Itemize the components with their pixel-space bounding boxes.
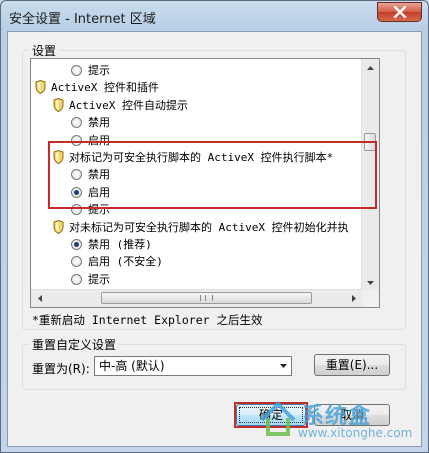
row-label: 禁用: [88, 116, 110, 130]
radio-option[interactable]: 禁用: [71, 114, 110, 131]
scroll-up-button[interactable]: [362, 59, 379, 76]
restart-note: *重新启动 Internet Explorer 之后生效: [32, 313, 263, 327]
radio-option[interactable]: 启用 (不安全): [71, 253, 163, 270]
dialog-client-area: 设置 提示 ActiveX 控件和插件 ActiveX 控件自动提示 禁用 启用 对标记为…: [7, 31, 422, 447]
row-label: ActiveX 控件自动提示: [69, 98, 188, 112]
close-icon: [393, 6, 407, 18]
scrollbar-corner: [362, 290, 379, 307]
watermark-house-icon: [260, 401, 296, 436]
radio-button[interactable]: [71, 273, 82, 285]
chevron-right-icon: [351, 295, 356, 302]
window-title: 安全设置 - Internet 区域: [9, 12, 156, 27]
scroll-left-button[interactable]: [31, 290, 48, 307]
row-label: ActiveX 控件和插件: [51, 81, 159, 95]
row-label: 启用 (不安全): [88, 255, 163, 269]
row-label: 提示: [88, 64, 110, 77]
shield-icon: [35, 80, 51, 95]
horizontal-scroll-thumb[interactable]: [101, 292, 312, 304]
scroll-down-button[interactable]: [362, 274, 379, 291]
radio-option[interactable]: 禁用 (推荐): [71, 236, 152, 253]
radio-option[interactable]: 提示: [71, 62, 110, 79]
radio-button[interactable]: [71, 117, 82, 129]
highlight-annotation: [48, 141, 377, 209]
chevron-left-icon: [37, 295, 42, 302]
reset-level-select[interactable]: 中-高 (默认): [94, 356, 292, 376]
horizontal-scrollbar[interactable]: [31, 289, 362, 307]
security-settings-window: 安全设置 - Internet 区域 设置 提示 ActiveX 控件和插件 Act…: [0, 0, 429, 453]
setting-category: ActiveX 控件自动提示: [53, 97, 188, 114]
shield-icon: [53, 219, 69, 234]
watermark-url: www.xitonghe.com: [298, 426, 413, 440]
radio-button[interactable]: [71, 65, 82, 76]
reset-legend: 重置自定义设置: [32, 338, 117, 352]
reset-level-value: 中-高 (默认): [99, 359, 165, 373]
radio-button[interactable]: [71, 239, 82, 250]
chevron-down-icon: [367, 280, 374, 285]
settings-legend: 设置: [32, 44, 57, 58]
row-label: 对未标记为可安全执行脚本的 ActiveX 控件初始化并执: [69, 220, 349, 234]
reset-to-label: 重置为(R):: [32, 362, 90, 376]
watermark-logo: 系统盒 www.xitonghe.com: [258, 396, 428, 446]
setting-category: 对未标记为可安全执行脚本的 ActiveX 控件初始化并执: [53, 219, 349, 236]
shield-icon: [53, 97, 69, 112]
chevron-up-icon: [367, 65, 374, 70]
dropdown-arrow-icon[interactable]: [275, 357, 291, 375]
reset-button[interactable]: 重置(E)...: [314, 354, 390, 376]
row-label: 禁用 (推荐): [88, 238, 152, 251]
radio-option[interactable]: 提示: [71, 271, 110, 288]
close-button[interactable]: [377, 2, 422, 22]
scroll-right-button[interactable]: [345, 290, 362, 307]
title-bar[interactable]: 安全设置 - Internet 区域: [1, 1, 428, 31]
setting-category: ActiveX 控件和插件: [35, 79, 159, 96]
radio-button[interactable]: [71, 256, 82, 268]
row-label: 提示: [88, 272, 110, 286]
